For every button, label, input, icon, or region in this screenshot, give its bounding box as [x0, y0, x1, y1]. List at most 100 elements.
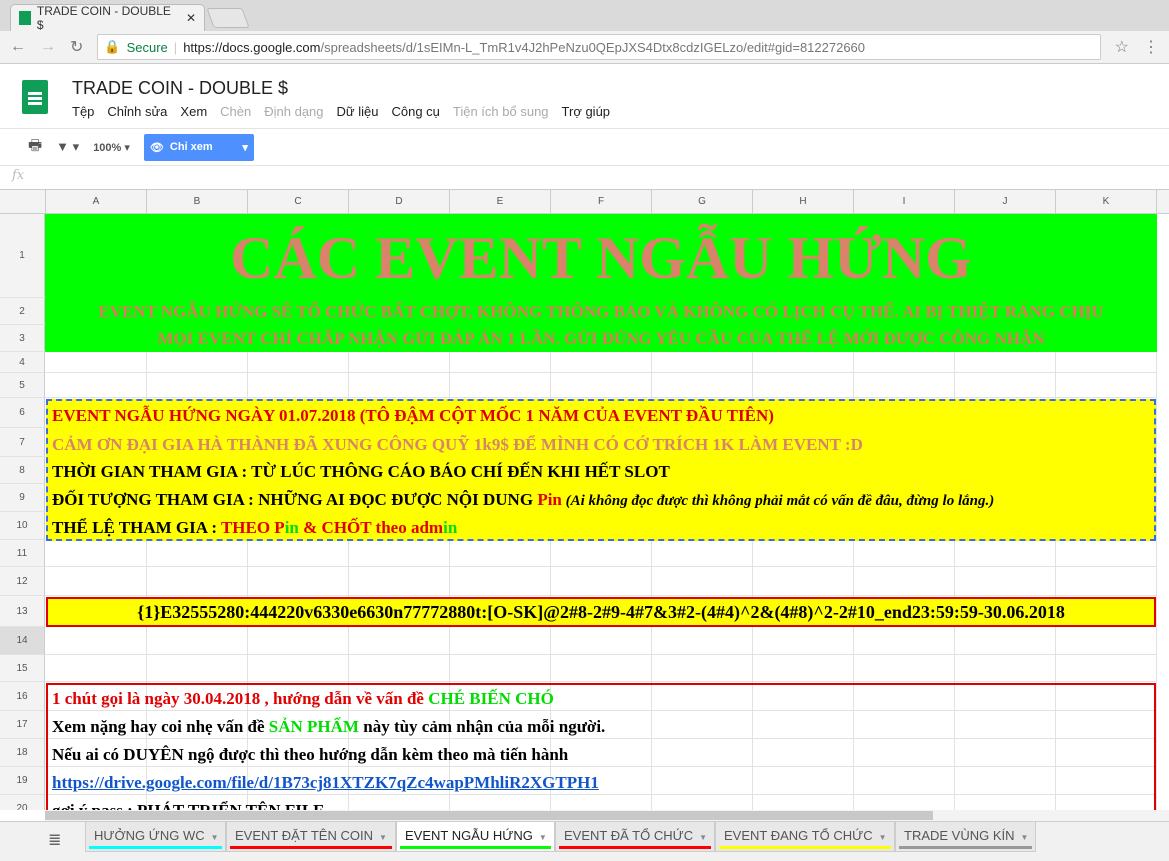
toolbar: 🖶 ▼ ▾ 100% ▾ 👁 Chỉ xem ▾ — [0, 128, 1169, 166]
browser-tab-strip: TRADE COIN - DOUBLE $ ✕ — [0, 0, 1169, 32]
menu-view[interactable]: Xem — [180, 104, 207, 119]
row-header[interactable]: 4 — [0, 352, 45, 372]
column-header[interactable]: C — [248, 190, 349, 214]
guide-password-hint: gợi ý pass : PHÁT TRIỂN TÊN FILE — [52, 801, 325, 810]
row-header[interactable]: 20 — [0, 795, 45, 810]
row-header[interactable]: 14 — [0, 627, 45, 654]
close-tab-icon[interactable]: ✕ — [186, 11, 196, 25]
browser-tab[interactable]: TRADE COIN - DOUBLE $ ✕ — [10, 4, 205, 32]
banner-merged-cell[interactable]: CÁC EVENT NGẪU HỨNG EVENT NGẪU HỨNG SẼ T… — [45, 214, 1157, 352]
url-path: /spreadsheets/d/1sEIMn-L_TmR1v4J2hPeNzu0… — [320, 39, 866, 55]
column-header[interactable]: J — [955, 190, 1056, 214]
forward-icon[interactable]: → — [40, 38, 56, 56]
menu-file[interactable]: Tệp — [72, 104, 94, 119]
bookmark-star-icon[interactable]: ☆ — [1115, 37, 1129, 57]
event-box[interactable]: EVENT NGẪU HỨNG NGÀY 01.07.2018 (TÔ ĐẬM … — [46, 399, 1156, 541]
tab-color — [559, 846, 711, 849]
sheets-logo-icon[interactable] — [22, 80, 48, 114]
column-header[interactable]: H — [753, 190, 854, 214]
sheet-tabs-bar: ≣ HƯỞNG ỨNG WC ▼ EVENT ĐẶT TÊN COIN ▼ EVEN… — [0, 821, 1169, 861]
view-only-button[interactable]: 👁 Chỉ xem ▾ — [143, 133, 254, 161]
row-header[interactable]: 3 — [0, 325, 45, 351]
column-header[interactable]: I — [854, 190, 955, 214]
horizontal-scrollbar[interactable] — [45, 810, 1169, 821]
all-sheets-icon[interactable]: ≣ — [48, 830, 61, 850]
row-header[interactable]: 16 — [0, 682, 45, 710]
column-header[interactable]: G — [652, 190, 753, 214]
tab-color — [400, 846, 551, 849]
column-header[interactable]: D — [349, 190, 450, 214]
row-header[interactable]: 13 — [0, 596, 45, 626]
menu-edit[interactable]: Chỉnh sửa — [107, 104, 167, 119]
row-header[interactable]: 2 — [0, 298, 45, 324]
column-header[interactable]: K — [1056, 190, 1157, 214]
new-tab-button[interactable] — [206, 8, 250, 28]
zoom-select[interactable]: 100% ▾ — [93, 141, 130, 154]
event-target: ĐỐI TƯỢNG THAM GIA : NHỮNG AI ĐỌC ĐƯỢC N… — [52, 490, 994, 510]
event-time: THỜI GIAN THAM GIA : TỪ LÚC THÔNG CÁO BÁ… — [52, 462, 670, 481]
filter-icon[interactable]: ▼ ▾ — [56, 139, 79, 155]
menu-data[interactable]: Dữ liệu — [337, 104, 379, 119]
row-header[interactable]: 7 — [0, 428, 45, 456]
back-icon[interactable]: ← — [10, 38, 26, 56]
reload-icon[interactable]: ↻ — [70, 37, 83, 57]
code-cell[interactable]: {1}E32555280:444220v6330e6630n77772880t:… — [46, 597, 1156, 627]
column-header[interactable]: E — [450, 190, 551, 214]
row-header[interactable]: 11 — [0, 540, 45, 566]
eye-icon: 👁 — [149, 141, 164, 154]
sheet-tab[interactable]: EVENT ĐẶT TÊN COIN ▼ — [226, 822, 396, 852]
column-header[interactable]: F — [551, 190, 652, 214]
row-header[interactable]: 19 — [0, 767, 45, 794]
column-header[interactable]: A — [46, 190, 147, 214]
sheet-tab[interactable]: EVENT ĐÃ TỔ CHỨC ▼ — [555, 822, 715, 852]
sheet-tab[interactable]: EVENT ĐANG TỔ CHỨC ▼ — [715, 822, 895, 852]
drive-link[interactable]: https://drive.google.com/file/d/1B73cj81… — [52, 773, 599, 793]
row-header[interactable]: 8 — [0, 457, 45, 483]
doc-title[interactable]: TRADE COIN - DOUBLE $ — [72, 78, 288, 99]
rules-p: THEO P — [220, 518, 285, 537]
sheet-tab[interactable]: TRADE VÙNG KÍN ▼ — [895, 822, 1036, 852]
row-header[interactable]: 10 — [0, 512, 45, 539]
row: 5 — [0, 373, 1157, 398]
row-header[interactable]: 5 — [0, 373, 45, 397]
row-header[interactable]: 12 — [0, 567, 45, 595]
column-header[interactable]: B — [147, 190, 248, 214]
menu-icon[interactable]: ⋮ — [1143, 37, 1159, 57]
guide-box[interactable]: 1 chút gọi là ngày 30.04.2018 , hướng dẫ… — [46, 683, 1156, 810]
print-icon[interactable]: 🖶 — [28, 135, 42, 160]
menu-insert[interactable]: Chèn — [220, 104, 251, 119]
sheet-tab[interactable]: HƯỞNG ỨNG WC ▼ — [85, 822, 226, 852]
row-header[interactable]: 15 — [0, 655, 45, 681]
row-header[interactable]: 6 — [0, 398, 45, 427]
menu-help[interactable]: Trợ giúp — [562, 104, 611, 119]
guide-topic: CHÉ BIẾN CHÓ — [428, 689, 554, 708]
menu-addons[interactable]: Tiện ích bổ sung — [453, 104, 549, 119]
column-headers: A B C D E F G H I J K — [0, 190, 1169, 214]
guide-line-3: Nếu ai có DUYÊN ngộ được thì theo hướng … — [52, 745, 569, 764]
scrollbar-thumb[interactable] — [45, 811, 933, 820]
sheet-tab-active[interactable]: EVENT NGẪU HỨNG ▼ — [396, 822, 555, 852]
target-note: (Ai không đọc được thì không phải mắt có… — [561, 493, 995, 509]
row: 12 — [0, 567, 1157, 596]
event-rules: THỂ LỆ THAM GIA : THEO Pin & CHỐT theo a… — [52, 518, 457, 538]
sheet-grid[interactable]: 1 2 3 4 5 6 7 8 9 10 11 12 13 14 15 16 1… — [0, 214, 1169, 810]
sheet-tab-label: EVENT ĐÃ TỔ CHỨC — [564, 828, 694, 843]
menu-format[interactable]: Định dạng — [264, 104, 323, 119]
row-header[interactable]: 9 — [0, 484, 45, 511]
guide-product: SẢN PHẨM — [268, 717, 359, 736]
guide-date-text: 1 chút gọi là ngày 30.04.2018 , hướng dẫ… — [52, 689, 429, 708]
row-header[interactable]: 17 — [0, 711, 45, 738]
event-title: EVENT NGẪU HỨNG NGÀY 01.07.2018 (TÔ ĐẬM … — [52, 406, 774, 425]
formula-bar[interactable]: fx — [0, 166, 1169, 190]
select-all-corner[interactable] — [0, 190, 46, 214]
docs-header: TRADE COIN - DOUBLE $ Tệp Chỉnh sửa Xem … — [0, 64, 1169, 128]
row-header[interactable]: 18 — [0, 739, 45, 766]
banner-line-3: MỌI EVENT CHỈ CHẤP NHẬN GỬI ĐÁP ÁN 1 LẦN… — [157, 329, 1045, 348]
menu-tools[interactable]: Công cụ — [391, 104, 439, 119]
target-text: ĐỐI TƯỢNG THAM GIA : NHỮNG AI ĐỌC ĐƯỢC N… — [52, 490, 538, 509]
guide-line-1: 1 chút gọi là ngày 30.04.2018 , hướng dẫ… — [52, 689, 554, 709]
rules-in-2: in — [443, 518, 458, 537]
row-header[interactable]: 1 — [0, 214, 45, 297]
url-input[interactable]: 🔒 Secure | https://docs.google.com/spreadsh… — [97, 34, 1101, 60]
view-only-label: Chỉ xem — [169, 141, 213, 153]
